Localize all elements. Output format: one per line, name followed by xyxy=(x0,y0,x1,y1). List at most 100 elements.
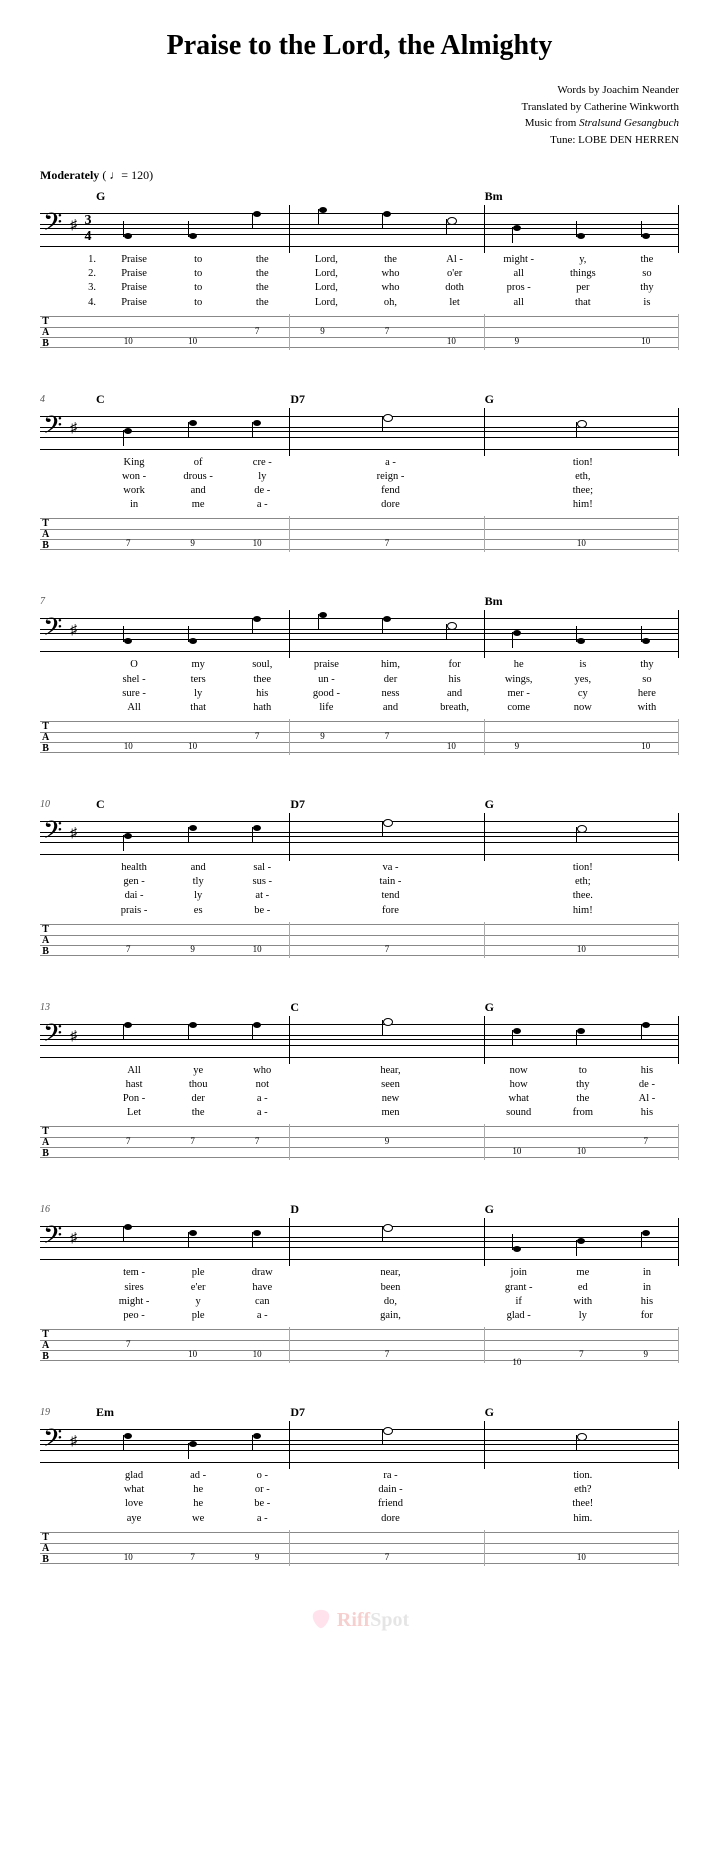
fret-number: 9 xyxy=(290,314,354,350)
measure xyxy=(485,1421,679,1469)
lyric-syllable: cre -lyde -a - xyxy=(230,456,294,513)
note xyxy=(485,610,549,658)
fret-number: 7 xyxy=(355,314,419,350)
note xyxy=(225,1218,289,1266)
chord-symbol: D7 xyxy=(290,392,484,406)
measure xyxy=(290,610,484,658)
lyric-syllable: forhisandbreath, xyxy=(423,658,487,715)
note xyxy=(419,205,483,253)
chord-symbol xyxy=(290,594,484,608)
credit-tune: Tune: LOBE DEN HERREN xyxy=(40,132,679,149)
tab-measure: 1079 xyxy=(96,1530,290,1566)
staff: 19𝄢♯ xyxy=(40,1421,679,1469)
bass-clef-icon: 𝄢 xyxy=(43,1224,62,1254)
note xyxy=(96,813,160,861)
note xyxy=(160,408,224,456)
verse-number: 4. xyxy=(88,296,96,310)
note xyxy=(485,813,678,861)
tab-measure: 9710 xyxy=(290,314,484,350)
fret-number: 7 xyxy=(549,1327,613,1363)
note xyxy=(614,610,678,658)
key-signature: ♯ xyxy=(70,422,77,436)
chord-symbol: G xyxy=(485,1405,679,1419)
tab-measure: 7 xyxy=(290,1530,484,1566)
measure xyxy=(96,408,290,456)
time-signature: 34 xyxy=(82,213,94,245)
tab-measure: 10107 xyxy=(485,1124,679,1160)
fret-number: 9 xyxy=(160,922,224,958)
lyric-syllable: thysoherewith xyxy=(615,658,679,715)
lyric-syllable: andtlylyes xyxy=(166,861,230,918)
lyric-syllable: tem -siresmight -peo - xyxy=(102,1266,166,1323)
note xyxy=(290,1016,483,1064)
note xyxy=(225,610,289,658)
credit-music: Music from Stralsund Gesangbuch xyxy=(40,115,679,132)
lyric-syllable: ra -dain -frienddore xyxy=(294,1469,486,1526)
watermark-logo: RiffSpot xyxy=(40,1608,679,1632)
note xyxy=(96,205,160,253)
note xyxy=(549,205,613,253)
note xyxy=(290,408,483,456)
note xyxy=(485,1016,549,1064)
tab-measure: 1079 xyxy=(485,1327,679,1363)
tab-measure: 910 xyxy=(485,719,679,755)
sheet-music-page: Praise to the Lord, the Almighty Words b… xyxy=(0,0,719,1652)
lyric-syllable: myterslythat xyxy=(166,658,230,715)
fret-number: 10 xyxy=(485,516,678,552)
lyric-syllable: hisde -Al -his xyxy=(615,1064,679,1121)
fret-number: 10 xyxy=(96,314,160,350)
measure xyxy=(96,1016,290,1064)
chord-symbol: D7 xyxy=(290,1405,484,1419)
chord-symbol: Bm xyxy=(485,594,679,608)
chord-symbol: G xyxy=(485,392,679,406)
music-system: CG13𝄢♯AllhastPon -Letyethouderthewhonota… xyxy=(40,1000,679,1161)
lyrics-block: Kingwon -workinofdrous -andmecre -lyde -… xyxy=(40,456,679,513)
note xyxy=(160,1421,224,1469)
lyric-syllable: AllhastPon -Let xyxy=(102,1064,166,1121)
note xyxy=(485,205,549,253)
music-system: GBm𝄢♯341.2.3.4.PraisePraisePraisePraiset… xyxy=(40,189,679,350)
fret-number: 9 xyxy=(160,516,224,552)
fret-number: 7 xyxy=(290,1530,483,1566)
staff: 10𝄢♯ xyxy=(40,813,679,861)
lyric-syllable: him,dernessand xyxy=(358,658,422,715)
chord-symbol: G xyxy=(485,797,679,811)
bar-number: 13 xyxy=(40,1002,50,1013)
lyric-syllable: tothythefrom xyxy=(551,1064,615,1121)
tab-label: TAB xyxy=(42,1532,49,1565)
lyric-syllable: y,thingsperthat xyxy=(551,253,615,310)
note xyxy=(549,610,613,658)
chord-symbol: G xyxy=(485,1202,679,1216)
fret-number: 10 xyxy=(614,314,678,350)
lyric-syllable: thesothyis xyxy=(615,253,679,310)
staff: 16𝄢♯ xyxy=(40,1218,679,1266)
lyrics-block: AllhastPon -Letyethouderthewhonota -a -h… xyxy=(40,1064,679,1121)
fret-number: 10 xyxy=(160,314,224,350)
tab-measure: 9 xyxy=(290,1124,484,1160)
fret-number xyxy=(549,314,613,350)
chord-symbol xyxy=(96,1000,290,1014)
fret-number: 7 xyxy=(96,1327,160,1363)
note xyxy=(96,610,160,658)
tab-measure: 7910 xyxy=(96,516,290,552)
lyric-syllable: o -or -be -a - xyxy=(230,1469,294,1526)
key-signature: ♯ xyxy=(70,827,77,841)
lyric-syllable: ininhisfor xyxy=(615,1266,679,1323)
key-signature: ♯ xyxy=(70,1030,77,1044)
measure xyxy=(96,610,290,658)
fret-number: 9 xyxy=(614,1327,678,1363)
tablature: TAB101079710910 xyxy=(40,719,679,755)
tab-label: TAB xyxy=(42,924,49,957)
measure xyxy=(485,1016,679,1064)
fret-number: 9 xyxy=(225,1530,289,1566)
fret-number: 7 xyxy=(355,719,419,755)
note xyxy=(225,1016,289,1064)
note xyxy=(225,813,289,861)
bar-number: 10 xyxy=(40,799,50,810)
staff: 13𝄢♯ xyxy=(40,1016,679,1064)
lyric-syllable: Al -o'erdothlet xyxy=(423,253,487,310)
lyric-syllable: Oshel -sure -All xyxy=(102,658,166,715)
lyrics-block: 1.2.3.4.PraisePraisePraisePraisetotototo… xyxy=(40,253,679,310)
chord-symbol: G xyxy=(96,189,290,203)
measure xyxy=(485,813,679,861)
